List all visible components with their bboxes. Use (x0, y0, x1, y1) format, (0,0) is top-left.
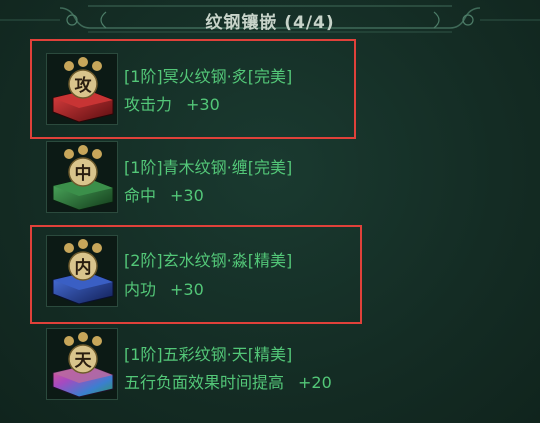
inlay-slot-4[interactable]: 天 [1阶]五彩纹钢·天[精美] 五行负面效果时间提高 +20 (32, 324, 412, 408)
stat-value: +30 (186, 95, 220, 114)
gem-name: [2阶]玄水纹钢·淼[精美] (124, 251, 293, 270)
gem-stat: 攻击力 +30 (124, 91, 220, 115)
gem-stat: 五行负面效果时间提高 +20 (124, 369, 332, 393)
gem-icon-frame: 天 (46, 328, 118, 400)
gem-stat: 内功 +30 (124, 276, 204, 300)
stat-label: 攻击力 (124, 95, 173, 114)
panel-title: 纹钢镶嵌 (4/4) (205, 13, 335, 33)
stat-value: +20 (298, 373, 332, 392)
panel-header: 纹钢镶嵌 (4/4) (0, 0, 540, 40)
gem-glyph: 中 (74, 164, 92, 184)
gem-name: [1阶]五彩纹钢·天[精美] (124, 345, 293, 364)
gem-icon-frame: 内 (46, 235, 118, 307)
stat-label: 内功 (124, 280, 157, 299)
stat-value: +30 (170, 280, 204, 299)
stat-label: 五行负面效果时间提高 (124, 373, 285, 392)
inlay-slot-1[interactable]: 攻 [1阶]冥火纹钢·炙[完美] 攻击力 +30 (30, 39, 356, 139)
gem-name: [1阶]冥火纹钢·炙[完美] (124, 67, 293, 86)
gem-stat: 命中 +30 (124, 182, 204, 206)
stat-label: 命中 (124, 186, 157, 205)
inlay-slot-3[interactable]: 内 [2阶]玄水纹钢·淼[精美] 内功 +30 (30, 225, 362, 324)
gem-glyph: 天 (74, 351, 92, 371)
stat-value: +30 (170, 186, 204, 205)
gem-icon-frame: 攻 (46, 53, 118, 125)
gem-name: [1阶]青木纹钢·缠[完美] (124, 158, 293, 177)
gem-icon-frame: 中 (46, 141, 118, 213)
gem-glyph: 内 (74, 258, 92, 278)
gem-glyph: 攻 (74, 76, 92, 96)
inlay-panel: 纹钢镶嵌 (4/4) 攻 [1阶]冥火纹钢·炙[完美] 攻击力 +30 中 [1… (0, 0, 540, 423)
inlay-slot-2[interactable]: 中 [1阶]青木纹钢·缠[完美] 命中 +30 (32, 137, 354, 221)
